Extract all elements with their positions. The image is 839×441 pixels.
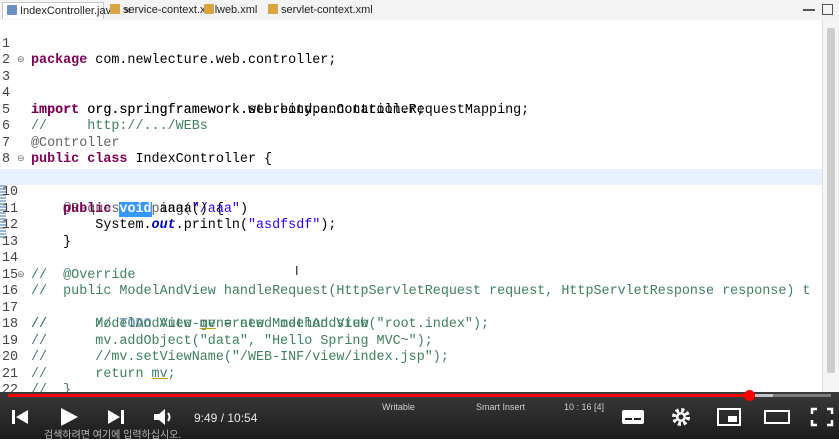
code-line: 9 ⊖ @RequestMapping("/aaa")	[0, 151, 822, 217]
code-line: 14 // @Override	[0, 235, 822, 283]
tab-label: web.xml	[217, 4, 258, 16]
time-separator: /	[217, 411, 228, 425]
xml-file-icon	[110, 4, 120, 14]
tab-servlet-context[interactable]: servlet-context.xml	[264, 2, 373, 19]
tab-web-xml[interactable]: web.xml	[200, 2, 262, 19]
code-line: 3 ⊖ import org.springframework.stereotyp…	[0, 52, 822, 118]
tab-index-controller[interactable]: IndexController.java ✕	[2, 2, 132, 19]
scrubber-handle[interactable]	[743, 390, 755, 401]
editor-tab-bar: IndexController.java ✕ service-context.xm…	[0, 0, 839, 21]
code-line: 13	[0, 218, 822, 250]
code-line: 23 }	[0, 383, 822, 392]
minimize-icon[interactable]	[803, 9, 815, 11]
code-editor[interactable]: 1 package com.newlecture.web.controller;…	[0, 20, 822, 392]
code-line: 15 // public ModelAndView handleRequest(…	[0, 251, 822, 300]
code-line: 5 // http://.../WEBs	[0, 86, 822, 135]
progress-bar[interactable]	[8, 390, 831, 401]
progress-fill	[8, 394, 749, 397]
time-display: 9:49 / 10:54	[194, 411, 257, 425]
vertical-scrollbar[interactable]	[822, 20, 839, 392]
code-line: 4 import org.springframework.web.bind.an…	[0, 70, 822, 118]
fold-icon[interactable]: ⊖	[17, 151, 25, 168]
code-line: 19 // //mv.setViewName("/WEB-INF/view/in…	[0, 317, 822, 366]
fold-icon[interactable]: ⊖	[17, 267, 25, 284]
code-line: 20 // return mv;	[0, 334, 822, 382]
code-line: 21 // }	[0, 350, 822, 393]
code-line: 6 @Controller	[0, 103, 822, 151]
eclipse-status-bar: Writable Smart Insert 10 : 16 [4]	[372, 402, 630, 414]
cursor-position-status: 10 : 16 [4]	[564, 402, 605, 412]
tab-label: IndexController.java	[20, 5, 118, 17]
maximize-icon[interactable]	[822, 4, 833, 15]
text-cursor-icon: I	[295, 264, 299, 278]
scrollbar-thumb[interactable]	[827, 28, 835, 373]
java-file-icon	[7, 5, 17, 15]
tab-service-context[interactable]: service-context.xml	[106, 2, 217, 19]
xml-file-icon	[268, 4, 278, 14]
xml-file-icon	[204, 4, 214, 14]
taskbar: 검색하려면 여기에 입력하십시오.	[0, 424, 839, 441]
code-line: 16 ⊖ // // TODO Auto-generated method st…	[0, 267, 822, 333]
tab-label: servlet-context.xml	[281, 4, 373, 16]
code-line: 7 public class IndexController {	[0, 119, 822, 168]
code-line: 18 // mv.addObject("data", "Hello Spring…	[0, 301, 822, 349]
writable-status: Writable	[382, 402, 415, 412]
code-line: 11 System.out.println("asdfsdf");	[0, 185, 822, 234]
code-line: 17 // ModelAndView mv = new ModelAndView…	[0, 284, 822, 333]
insert-mode-status: Smart Insert	[476, 402, 526, 412]
current-time: 9:49	[194, 411, 218, 425]
code-line: 22	[0, 367, 822, 392]
code-line: 8	[0, 136, 822, 167]
code-line: 2	[0, 37, 822, 68]
code-line: 1 package com.newlecture.web.controller;	[0, 20, 822, 69]
total-time: 10:54	[227, 411, 258, 425]
code-line: 12 }	[0, 202, 822, 250]
current-code-line: 10 public void aaaa() {	[0, 168, 822, 217]
fold-icon[interactable]: ⊖	[17, 52, 25, 69]
